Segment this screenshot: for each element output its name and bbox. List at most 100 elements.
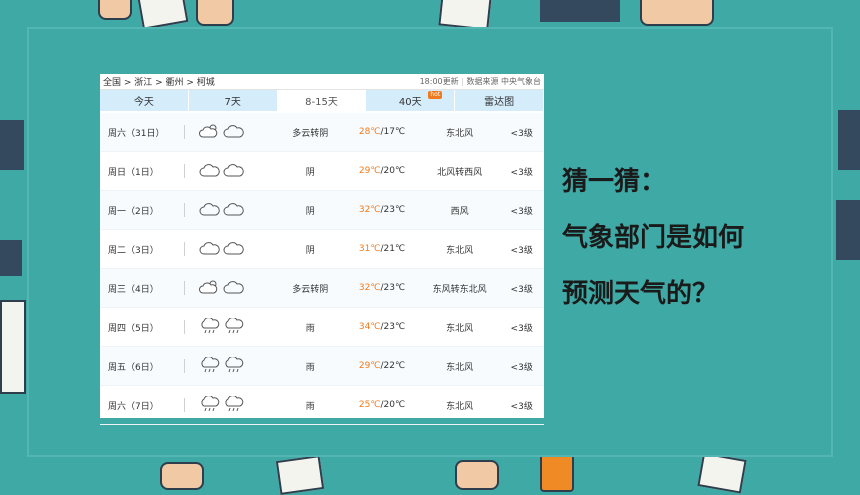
temp-low: /20℃ xyxy=(380,400,406,410)
hand-decoration xyxy=(640,0,714,26)
paper-decoration xyxy=(275,455,325,495)
hand-decoration xyxy=(196,0,234,26)
tab-8-15-days[interactable]: 8-15天 xyxy=(277,90,367,111)
rain-icon xyxy=(223,394,245,415)
hot-badge: hot xyxy=(428,91,443,99)
weather-icons xyxy=(185,123,277,142)
forecast-header: 全国 > 浙江 > 衢州 > 柯城 18:00更新 | 数据来源 中央气象台 xyxy=(100,74,544,90)
data-source: 数据来源 中央气象台 xyxy=(466,77,541,86)
paper-decoration xyxy=(438,0,492,31)
breadcrumb: 全国 > 浙江 > 衢州 > 柯城 xyxy=(103,78,215,88)
forecast-row: 周三（4日） 多云转阴 32℃/23℃ 东风转东北风 <3级 xyxy=(100,269,544,308)
weather-description: 阴 xyxy=(305,245,315,256)
temp-low: /23℃ xyxy=(380,205,406,215)
forecast-list: 周六（31日） 多云转阴 28℃/17℃ 东北风 <3级 周日（1日）阴 29℃/20℃ 北风… xyxy=(100,111,544,425)
wind-level: <3级 xyxy=(510,401,533,412)
weather-icons xyxy=(185,316,277,337)
wind-direction: 东北风 xyxy=(446,128,474,139)
forecast-date: 周六（31日） xyxy=(108,128,165,139)
cloudy-icon xyxy=(223,123,245,142)
weather-icons xyxy=(185,162,277,181)
forecast-row: 周四（5日） 雨 34℃/23℃ 东北风 <3级 xyxy=(100,308,544,347)
wind-direction: 东风转东北风 xyxy=(432,284,487,295)
hand-decoration xyxy=(160,462,204,490)
wind-direction: 东北风 xyxy=(446,362,474,373)
partly-cloudy-icon xyxy=(198,123,221,142)
wind-direction: 西风 xyxy=(450,206,469,217)
wind-level: <3级 xyxy=(510,128,533,139)
wind-level: <3级 xyxy=(510,362,533,373)
cloudy-icon xyxy=(223,279,245,298)
paper-decoration xyxy=(137,0,189,30)
forecast-row: 周一（2日） 阴 32℃/23℃ 西风 <3级 xyxy=(100,191,544,230)
weather-icons xyxy=(185,394,277,415)
temp-high: 34℃ xyxy=(358,322,381,332)
question-line-1: 猜一猜： xyxy=(562,167,667,197)
weather-forecast-screenshot: 全国 > 浙江 > 衢州 > 柯城 18:00更新 | 数据来源 中央气象台 今… xyxy=(100,74,544,425)
temp-low: /21℃ xyxy=(380,244,406,254)
hand-decoration xyxy=(98,0,132,20)
cup-decoration xyxy=(540,452,574,492)
weather-description: 多云转阴 xyxy=(292,284,329,295)
question-line-2: 气象部门是如何 xyxy=(562,223,745,253)
wind-direction: 东北风 xyxy=(446,245,474,256)
rain-icon xyxy=(199,316,221,337)
weather-description: 雨 xyxy=(305,323,315,334)
temp-low: /23℃ xyxy=(380,322,406,332)
laptop-decoration xyxy=(540,0,620,22)
sleeve-decoration xyxy=(838,110,860,170)
forecast-date: 周五（6日） xyxy=(108,362,159,373)
tab-today[interactable]: 今天 xyxy=(100,90,189,111)
temperature: 32℃/23℃ xyxy=(344,205,420,215)
temp-high: 31℃ xyxy=(358,244,381,254)
partly-cloudy-icon xyxy=(198,279,221,298)
cloudy-icon xyxy=(199,162,221,181)
tablet-decoration xyxy=(0,300,26,394)
forecast-date: 周日（1日） xyxy=(108,167,159,178)
rain-icon xyxy=(223,316,245,337)
temp-high: 32℃ xyxy=(358,283,381,293)
forecast-row: 周日（1日） 阴 29℃/20℃ 北风转西风 <3级 xyxy=(100,152,544,191)
forecast-date: 周一（2日） xyxy=(108,206,159,217)
paper-decoration xyxy=(697,452,747,494)
temperature: 31℃/21℃ xyxy=(344,244,420,254)
sleeve-decoration xyxy=(836,200,860,260)
temp-high: 29℃ xyxy=(358,166,381,176)
forecast-date: 周四（5日） xyxy=(108,323,159,334)
wind-level: <3级 xyxy=(510,167,533,178)
weather-description: 阴 xyxy=(305,206,315,217)
weather-icons xyxy=(185,279,277,298)
hand-decoration xyxy=(455,460,499,490)
tab-label: 雷达图 xyxy=(484,97,515,108)
question-line-3: 预测天气的？ xyxy=(562,279,719,309)
forecast-date: 周二（3日） xyxy=(108,245,159,256)
tab-40-days[interactable]: 40天 hot xyxy=(366,90,456,111)
rain-icon xyxy=(223,355,245,376)
weather-description: 雨 xyxy=(305,401,315,412)
temp-low: /17℃ xyxy=(380,127,406,137)
wind-direction: 东北风 xyxy=(446,323,474,334)
temperature: 29℃/20℃ xyxy=(344,166,420,176)
temp-high: 25℃ xyxy=(358,400,381,410)
temp-high: 32℃ xyxy=(358,205,381,215)
wind-direction: 东北风 xyxy=(446,401,474,412)
cloudy-icon xyxy=(223,162,245,181)
weather-description: 雨 xyxy=(305,362,315,373)
tab-label: 8-15天 xyxy=(305,97,338,108)
forecast-row: 周五（6日） 雨 29℃/22℃ 东北风 <3级 xyxy=(100,347,544,386)
cloudy-icon xyxy=(223,240,245,259)
tab-radar[interactable]: 雷达图 xyxy=(455,90,544,111)
wind-level: <3级 xyxy=(510,245,533,256)
temp-high: 29℃ xyxy=(358,361,381,371)
update-time: 18:00更新 xyxy=(419,77,459,86)
tab-label: 40天 xyxy=(398,97,422,108)
forecast-row: 周二（3日） 阴 31℃/21℃ 东北风 <3级 xyxy=(100,230,544,269)
temp-high: 28℃ xyxy=(358,127,381,137)
weather-description: 阴 xyxy=(305,167,315,178)
weather-icons xyxy=(185,201,277,220)
tab-7-days[interactable]: 7天 xyxy=(189,90,278,111)
forecast-row: 周六（7日） 雨 25℃/20℃ 东北风 <3级 xyxy=(100,386,544,425)
temp-low: /23℃ xyxy=(380,283,406,293)
wind-level: <3级 xyxy=(510,206,533,217)
tablet-decoration xyxy=(0,240,22,276)
